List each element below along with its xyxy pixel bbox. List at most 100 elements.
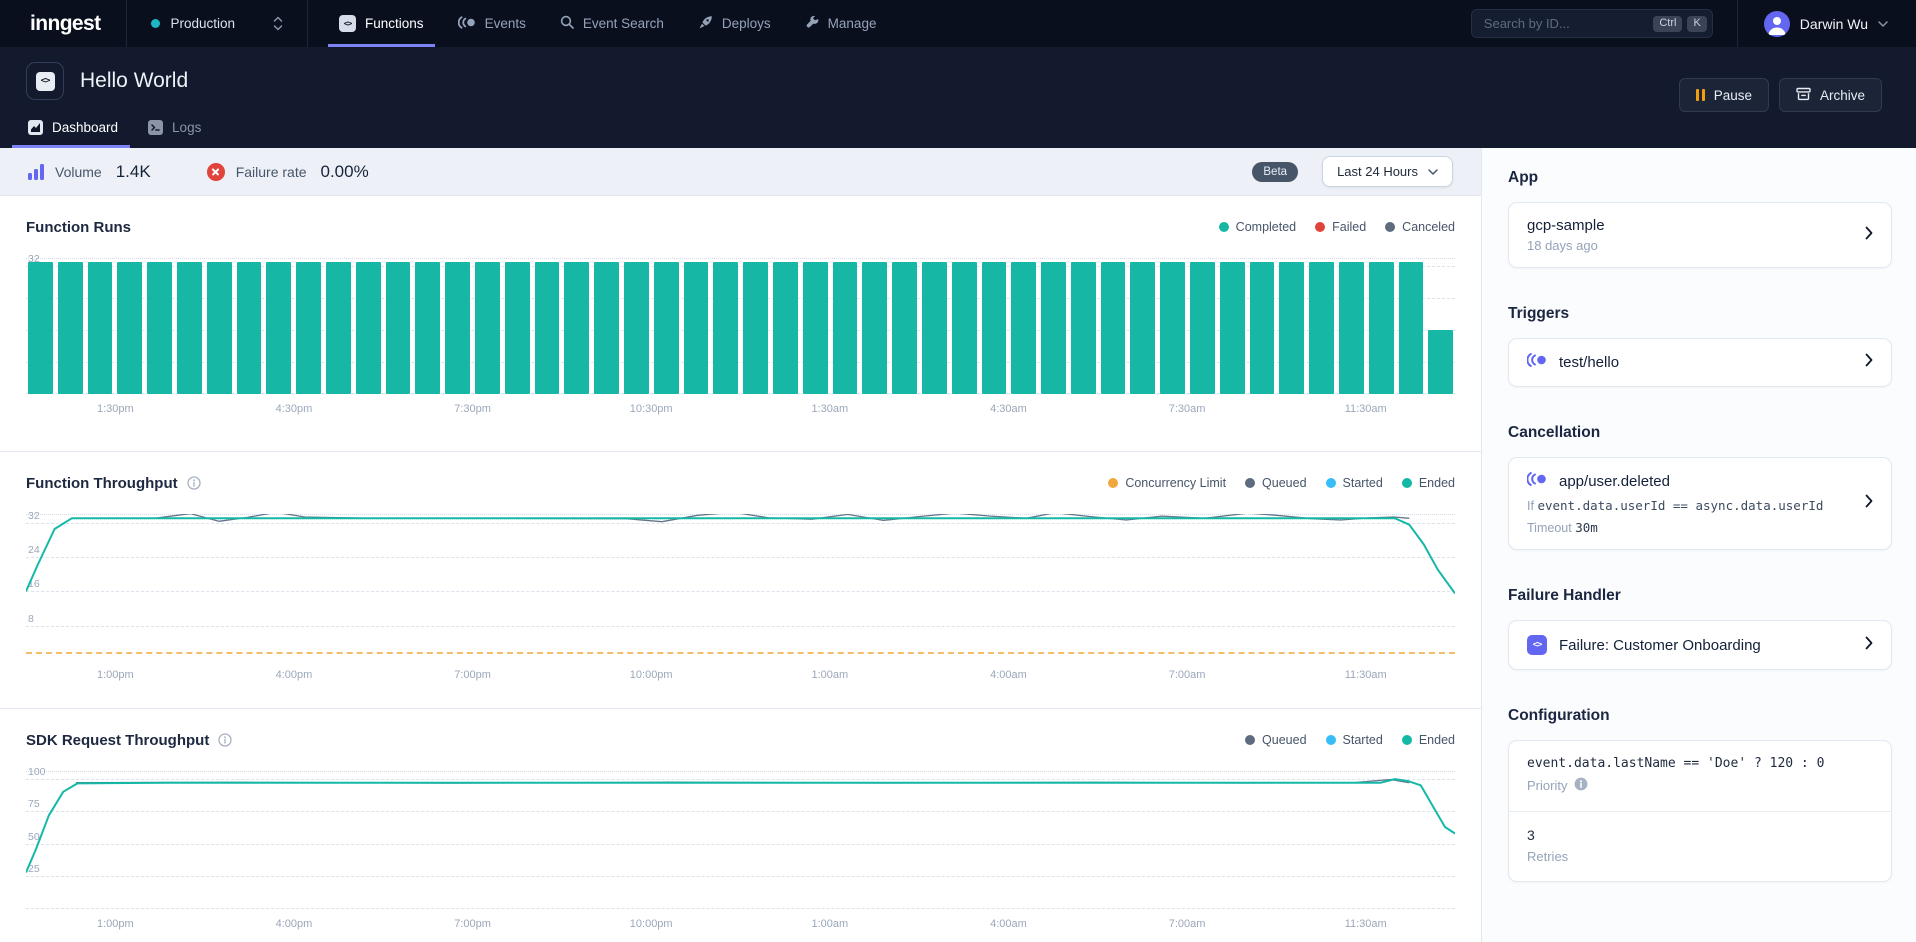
bar (892, 262, 917, 394)
trigger-card[interactable]: test/hello (1508, 338, 1892, 387)
legend-dot (1245, 735, 1255, 745)
nav-tab-manage[interactable]: Manage (788, 0, 894, 47)
legend-item[interactable]: Concurrency Limit (1108, 476, 1226, 490)
x-tick-label: 7:00pm (383, 918, 562, 930)
legend-item[interactable]: Queued (1245, 476, 1306, 490)
info-filled-icon[interactable] (1574, 777, 1588, 794)
legend-item[interactable]: Started (1326, 733, 1383, 747)
archive-icon (1796, 87, 1811, 104)
cancellation-card[interactable]: app/user.deleted If event.data.userId ==… (1508, 457, 1892, 550)
legend-label: Started (1343, 476, 1383, 490)
beta-badge: Beta (1252, 162, 1298, 182)
function-icon: <> (26, 62, 64, 100)
legend-item[interactable]: Failed (1315, 220, 1366, 234)
stats-bar: Volume 1.4K Failure rate 0.00% Beta Last… (0, 148, 1481, 196)
legend-label: Completed (1236, 220, 1296, 234)
tab-dashboard[interactable]: Dashboard (26, 110, 120, 148)
legend-label: Canceled (1402, 220, 1455, 234)
x-tick-label: 1:30pm (26, 403, 205, 415)
function-header: <> Hello World Pause Archive Dashboard (0, 47, 1916, 148)
x-tick-label: 7:00am (1098, 918, 1277, 930)
failure-handler-card[interactable]: <> Failure: Customer Onboarding (1508, 620, 1892, 670)
chevron-right-icon (1853, 636, 1873, 655)
archive-button[interactable]: Archive (1779, 78, 1882, 112)
nav-tab-events[interactable]: Events (441, 0, 543, 47)
section-heading: Cancellation (1508, 424, 1892, 442)
legend-item[interactable]: Canceled (1385, 220, 1455, 234)
x-tick-label: 4:30pm (205, 403, 384, 415)
section-heading: App (1508, 169, 1892, 187)
bar (356, 262, 381, 394)
section-heading: Triggers (1508, 305, 1892, 323)
nav-tab-label: Events (485, 16, 526, 31)
time-range-value: Last 24 Hours (1337, 164, 1418, 179)
x-tick-label: 1:30am (741, 403, 920, 415)
failure-handler-section: Failure Handler <> Failure: Customer Onb… (1508, 587, 1892, 670)
legend-dot (1245, 478, 1255, 488)
environment-selector[interactable]: Production (127, 0, 307, 47)
function-runs-plot: 3224168 (26, 258, 1455, 394)
function-ref-icon: <> (1527, 635, 1547, 655)
bar (177, 262, 202, 394)
legend-item[interactable]: Completed (1219, 220, 1296, 234)
section-heading: Failure Handler (1508, 587, 1892, 605)
pause-icon (1696, 89, 1705, 101)
chart-header: Function Throughput Concurrency LimitQue… (26, 472, 1455, 494)
bar (88, 262, 113, 394)
chevron-right-icon (1853, 353, 1873, 372)
functions-icon: <> (339, 15, 356, 32)
nav-tab-event-search[interactable]: Event Search (543, 0, 681, 47)
failure-rate-label: Failure rate (236, 164, 307, 180)
priority-row: event.data.lastName == 'Doe' ? 120 : 0 P… (1509, 741, 1891, 811)
legend-dot (1385, 222, 1395, 232)
nav-tab-functions[interactable]: <> Functions (322, 0, 441, 47)
bar (58, 262, 83, 394)
bar (1399, 262, 1424, 394)
legend-dot (1108, 478, 1118, 488)
nav-tab-label: Deploys (722, 16, 771, 31)
tab-logs[interactable]: Logs (146, 110, 203, 148)
info-icon[interactable] (187, 476, 201, 490)
bar (594, 262, 619, 394)
bar (207, 262, 232, 394)
x-tick-label: 7:30pm (383, 403, 562, 415)
bar (1369, 262, 1394, 394)
search-placeholder: Search by ID... (1484, 16, 1649, 31)
app-name: gcp-sample (1527, 217, 1605, 234)
failure-rate-value: 0.00% (321, 162, 369, 182)
header-actions: Pause Archive (1679, 78, 1882, 112)
avatar (1764, 11, 1790, 37)
tab-label: Logs (172, 120, 201, 135)
legend-item[interactable]: Started (1326, 476, 1383, 490)
x-tick-label: 7:30am (1098, 403, 1277, 415)
chart-header: SDK Request Throughput QueuedStartedEnde… (26, 729, 1455, 751)
legend-item[interactable]: Ended (1402, 476, 1455, 490)
timeout-value: 30m (1575, 520, 1598, 535)
bar (1011, 262, 1036, 394)
search-icon (560, 15, 574, 32)
inngest-logo: inngest (30, 12, 100, 36)
nav-tab-deploys[interactable]: Deploys (681, 0, 788, 47)
pause-button[interactable]: Pause (1679, 78, 1769, 112)
x-tick-label: 11:30am (1276, 918, 1455, 930)
time-range-dropdown[interactable]: Last 24 Hours (1322, 156, 1453, 187)
function-throughput-chart-card: Function Throughput Concurrency LimitQue… (0, 452, 1481, 709)
legend-item[interactable]: Ended (1402, 733, 1455, 747)
user-menu[interactable]: Darwin Wu (1738, 11, 1888, 37)
bar (505, 262, 530, 394)
app-card[interactable]: gcp-sample 18 days ago (1508, 202, 1892, 268)
x-tick-label: 4:30am (919, 403, 1098, 415)
retries-value: 3 (1527, 827, 1873, 843)
event-icon (1527, 353, 1547, 372)
x-tick-label: 10:00pm (562, 669, 741, 681)
chart-header: Function Runs CompletedFailedCanceled (26, 216, 1455, 238)
failure-handler-name: Failure: Customer Onboarding (1559, 637, 1761, 654)
bar-series (26, 258, 1455, 394)
search-input[interactable]: Search by ID... Ctrl K (1471, 9, 1713, 38)
chevron-right-icon (1853, 226, 1873, 245)
content: Volume 1.4K Failure rate 0.00% Beta Last… (0, 148, 1916, 942)
legend-item[interactable]: Queued (1245, 733, 1306, 747)
environment-label: Production (170, 16, 235, 31)
timeout-label: Timeout (1527, 521, 1572, 535)
info-icon[interactable] (218, 733, 232, 747)
